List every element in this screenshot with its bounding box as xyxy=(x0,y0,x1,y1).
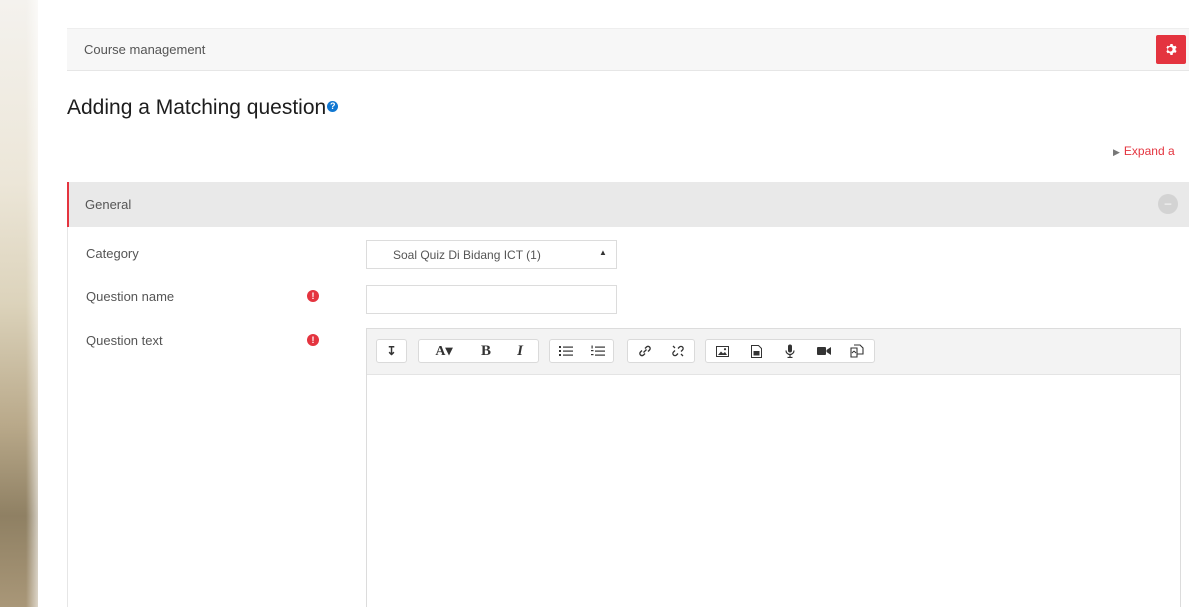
question-name-input[interactable] xyxy=(366,285,617,314)
toolbar-group-format: A▾ B I xyxy=(418,339,539,363)
toolbar-group-lists xyxy=(549,339,614,363)
bold-button[interactable]: B xyxy=(469,340,503,362)
gear-icon xyxy=(1165,44,1177,55)
question-text-content-area[interactable] xyxy=(367,375,1180,607)
section-left-border xyxy=(67,227,68,607)
category-select[interactable]: Soal Quiz Di Bidang ICT (1) ▲ xyxy=(366,240,617,269)
editor-toolbar: ↧ A▾ B I xyxy=(367,329,1180,375)
exclamation-circle-icon: ! xyxy=(307,334,319,346)
settings-button[interactable] xyxy=(1156,35,1186,64)
expand-all-link[interactable]: ▶ Expand a xyxy=(1113,144,1175,158)
toggle-toolbar-icon[interactable]: ↧ xyxy=(377,340,406,362)
select-arrows-icon: ▲ xyxy=(599,248,607,257)
unlink-icon[interactable] xyxy=(661,340,694,362)
question-text-label: Question text xyxy=(86,333,163,348)
page-title-text: Adding a Matching question xyxy=(67,96,327,119)
italic-button[interactable]: I xyxy=(503,340,537,362)
background-image-strip xyxy=(0,0,38,607)
exclamation-circle-icon: ! xyxy=(307,290,319,302)
toolbar-group-media xyxy=(705,339,875,363)
media-icon[interactable] xyxy=(740,340,774,362)
toolbar-group-toggle: ↧ xyxy=(376,339,407,363)
link-icon[interactable] xyxy=(628,340,661,362)
category-value: Soal Quiz Di Bidang ICT (1) xyxy=(393,248,541,262)
ordered-list-icon[interactable] xyxy=(582,340,613,362)
course-management-label: Course management xyxy=(84,42,206,57)
manage-files-icon[interactable] xyxy=(840,340,874,362)
question-circle-icon[interactable]: ? xyxy=(327,100,339,112)
question-text-editor[interactable]: ↧ A▾ B I xyxy=(366,328,1181,607)
general-section-header[interactable]: General – xyxy=(67,182,1189,227)
category-label: Category xyxy=(86,246,139,261)
course-management-bar: Course management xyxy=(67,28,1189,71)
unordered-list-icon[interactable] xyxy=(550,340,582,362)
toolbar-group-links xyxy=(627,339,695,363)
page-title: Adding a Matching question? xyxy=(67,96,339,120)
caret-right-icon: ▶ xyxy=(1113,147,1120,157)
video-camera-icon[interactable] xyxy=(807,340,841,362)
minus-circle-icon[interactable]: – xyxy=(1158,194,1178,214)
microphone-icon[interactable] xyxy=(773,340,807,362)
section-title: General xyxy=(85,197,132,212)
image-icon[interactable] xyxy=(706,340,740,362)
question-name-label: Question name xyxy=(86,289,175,304)
expand-all-label: Expand a xyxy=(1123,144,1175,158)
font-style-button[interactable]: A▾ xyxy=(419,340,469,362)
